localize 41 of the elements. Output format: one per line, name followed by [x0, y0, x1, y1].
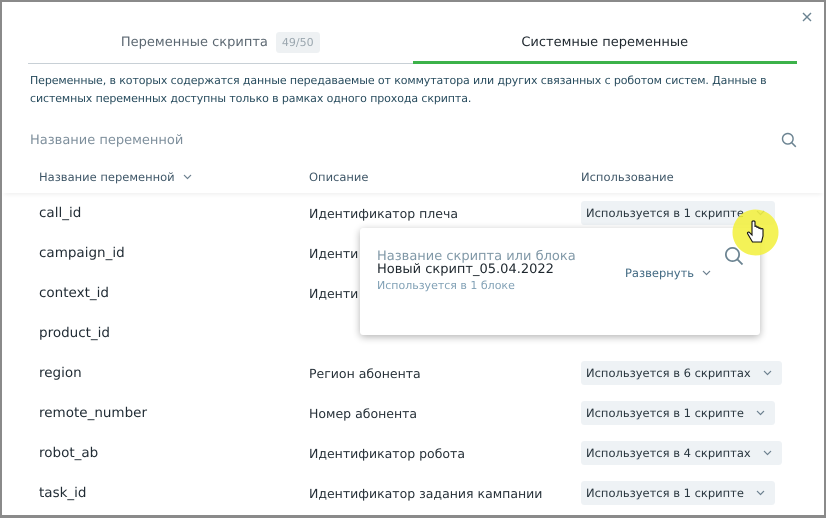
usage-dropdown[interactable]: Используется в 1 скрипте [581, 201, 775, 225]
search-field[interactable]: Название скрипта или блока [377, 248, 637, 264]
search-icon[interactable] [724, 246, 744, 266]
script-title: Новый скрипт_05.04.2022 [377, 262, 555, 277]
variable-name: campaign_id [39, 245, 125, 261]
script-usage: Используется в 1 блоке [377, 279, 516, 292]
description-cell: Иденти [309, 286, 358, 300]
chevron-icon [756, 410, 765, 416]
variable-name: call_id [39, 205, 82, 221]
variable-name: product_id [39, 325, 110, 341]
usage-dropdown[interactable]: Используется в 6 скриптах [581, 361, 782, 385]
chevron-icon [762, 370, 772, 376]
search-field[interactable]: Название переменной [30, 132, 330, 148]
usage-dropdown[interactable]: Используется в 4 скриптах [581, 441, 782, 465]
variable-name: task_id [39, 485, 86, 501]
tab[interactable]: Переменные скрипта 49/50 [28, 24, 412, 64]
chevron-icon [762, 450, 772, 456]
tab[interactable]: Системные переменные [412, 24, 797, 64]
column-header: Описание [309, 170, 368, 184]
description-cell: Регион абонента [309, 366, 421, 380]
chevron-icon [756, 490, 765, 496]
description-cell: Идентификатор плеча [309, 206, 458, 220]
variable-name: robot_ab [39, 445, 98, 461]
search-icon[interactable] [781, 132, 797, 148]
description-cell: Идентификатор задания кампании [309, 486, 542, 500]
usage-dropdown[interactable]: Используется в 1 скрипте [581, 481, 775, 505]
column-header[interactable]: Название переменной [39, 170, 175, 184]
description-cell: Номер абонента [309, 406, 418, 420]
close-button[interactable] [800, 10, 814, 24]
chevron-icon [702, 270, 712, 276]
description-text: Переменные, в которых содержатся данные передаваемые от коммутатора или других связанных с роботом систем. Данные в системных переменных доступны только в рамках одного прохода скрипта. [30, 73, 768, 107]
variable-name: remote_number [39, 405, 148, 421]
sort-icon [182, 174, 192, 180]
column-header: Использование [581, 170, 674, 184]
usage-dropdown[interactable]: Используется в 1 скрипте [581, 401, 775, 425]
count-badge: 49/50 [276, 32, 320, 53]
variable-name: region [39, 365, 82, 381]
variable-name: context_id [39, 285, 109, 301]
expand-button[interactable]: Развернуть [625, 266, 712, 280]
description-cell: Идентификатор робота [309, 446, 465, 460]
description-cell: Иденти [309, 246, 358, 260]
